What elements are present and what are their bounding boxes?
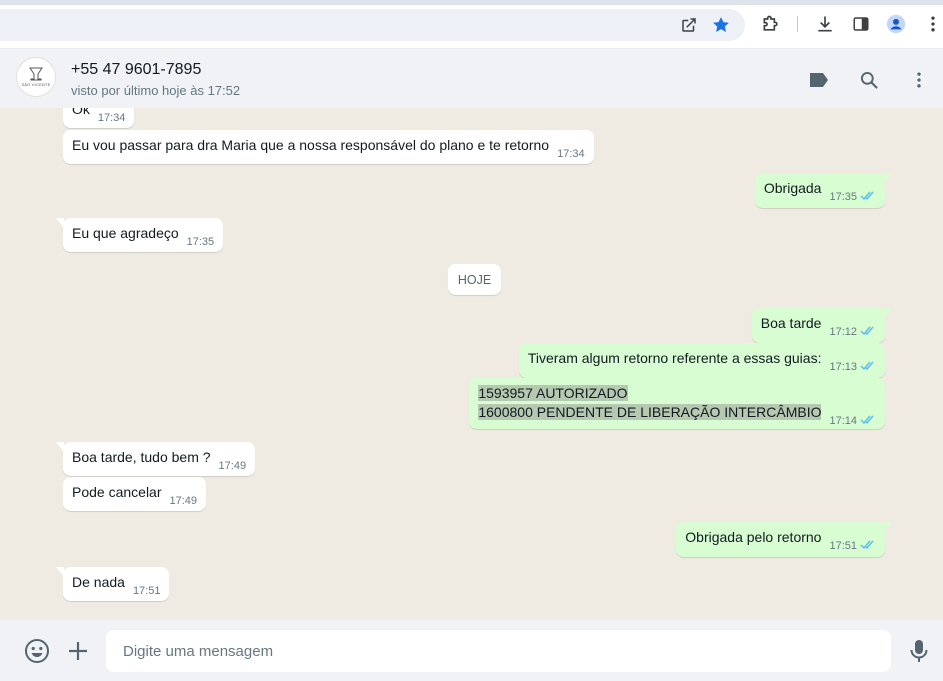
message-outgoing[interactable]: Obrigada pelo retorno 17:51 bbox=[676, 522, 892, 557]
message-outgoing[interactable]: Boa tarde 17:12 bbox=[751, 308, 892, 343]
message-time: 17:51 bbox=[132, 585, 161, 597]
message-line: 1593957 AUTORIZADO bbox=[478, 385, 628, 401]
message-text: De nada bbox=[72, 574, 125, 590]
day-divider: HOJE bbox=[448, 264, 501, 295]
message-time: 17:34 bbox=[557, 148, 585, 160]
tab-strip-edge bbox=[0, 0, 943, 5]
message-incoming[interactable]: Eu que agradeço 17:35 bbox=[56, 218, 224, 252]
chat-header: SÃO VICENTE +55 47 9601-7895 visto por ú… bbox=[0, 48, 943, 108]
profile-icon[interactable] bbox=[886, 14, 906, 34]
message-time: 17:34 bbox=[97, 112, 126, 124]
extensions-icon[interactable] bbox=[761, 14, 781, 34]
side-panel-icon[interactable] bbox=[851, 14, 871, 34]
message-outgoing[interactable]: 1593957 AUTORIZADO 1600800 PENDENTE DE LI… bbox=[469, 378, 885, 429]
avatar-logo-icon bbox=[29, 67, 43, 81]
download-icon[interactable] bbox=[815, 14, 835, 34]
avatar[interactable]: SÃO VICENTE bbox=[16, 57, 56, 97]
message-incoming[interactable]: Pode cancelar 17:49 bbox=[63, 477, 207, 511]
emoji-icon[interactable] bbox=[24, 638, 50, 664]
read-ticks-icon bbox=[860, 413, 876, 432]
browser-toolbar bbox=[0, 0, 943, 48]
avatar-caption: SÃO VICENTE bbox=[21, 82, 51, 87]
message-time: 17:35 bbox=[829, 191, 857, 203]
message-text: Boa tarde bbox=[760, 315, 822, 331]
bookmark-star-icon[interactable] bbox=[711, 15, 731, 35]
message-time: 17:51 bbox=[829, 540, 857, 552]
more-vert-icon[interactable] bbox=[907, 68, 931, 92]
message-line: 1600800 PENDENTE DE LIBERAÇÃO INTERCÂMBI… bbox=[478, 404, 822, 420]
attach-plus-icon[interactable] bbox=[65, 638, 91, 664]
message-outgoing[interactable]: Obrigada 17:35 bbox=[754, 173, 892, 208]
read-ticks-icon bbox=[860, 538, 876, 557]
bubble-tail bbox=[56, 567, 64, 577]
message-meta: 17:12 bbox=[829, 323, 876, 343]
bubble-tail bbox=[884, 308, 892, 318]
message-time: 17:49 bbox=[169, 495, 198, 507]
message-incoming[interactable]: Ok 17:34 bbox=[63, 108, 135, 128]
message-text: Eu vou passar para dra Maria que a nossa… bbox=[72, 137, 550, 153]
message-meta: 17:51 bbox=[829, 537, 876, 557]
message-time: 17:13 bbox=[829, 361, 857, 373]
search-icon[interactable] bbox=[857, 68, 881, 92]
mic-icon[interactable] bbox=[906, 638, 932, 664]
contact-name[interactable]: +55 47 9601-7895 bbox=[71, 61, 201, 79]
message-text: Eu que agradeço bbox=[72, 225, 179, 241]
bubble-tail bbox=[884, 173, 892, 183]
label-icon[interactable] bbox=[807, 68, 831, 92]
bubble-tail bbox=[56, 218, 64, 228]
message-incoming[interactable]: Eu vou passar para dra Maria que a nossa… bbox=[63, 130, 594, 164]
message-meta: 17:14 bbox=[829, 412, 876, 432]
read-ticks-icon bbox=[860, 359, 876, 378]
message-time: 17:49 bbox=[218, 460, 247, 472]
message-time: 17:14 bbox=[829, 415, 857, 427]
message-meta: 17:13 bbox=[829, 358, 876, 378]
bubble-tail bbox=[56, 442, 64, 452]
message-text: Boa tarde, tudo bem ? bbox=[72, 449, 211, 465]
message-input[interactable] bbox=[106, 630, 891, 672]
browser-more-vert-icon[interactable] bbox=[923, 14, 943, 34]
message-text[interactable]: 1593957 AUTORIZADO 1600800 PENDENTE DE LI… bbox=[478, 384, 822, 422]
message-text: Obrigada pelo retorno bbox=[685, 529, 822, 545]
message-outgoing[interactable]: Tiveram algum retorno referente a essas … bbox=[518, 343, 885, 378]
message-text: Tiveram algum retorno referente a essas … bbox=[527, 350, 822, 366]
message-list[interactable]: Ok 17:34 Eu vou passar para dra Maria que… bbox=[0, 108, 943, 620]
message-text: Ok bbox=[72, 108, 90, 117]
message-text: Obrigada bbox=[763, 180, 822, 196]
message-incoming[interactable]: De nada 17:51 bbox=[56, 567, 170, 601]
read-ticks-icon bbox=[860, 324, 876, 343]
message-time: 17:35 bbox=[186, 236, 215, 248]
message-time: 17:12 bbox=[829, 326, 857, 338]
address-bar[interactable] bbox=[0, 9, 745, 41]
contact-last-seen: visto por último hoje às 17:52 bbox=[71, 83, 241, 98]
open-in-new-icon[interactable] bbox=[679, 15, 699, 35]
bubble-tail bbox=[884, 522, 892, 532]
message-text: Pode cancelar bbox=[72, 484, 162, 500]
message-meta: 17:35 bbox=[829, 188, 876, 208]
message-incoming[interactable]: Boa tarde, tudo bem ? 17:49 bbox=[56, 442, 256, 476]
toolbar-separator bbox=[797, 16, 798, 32]
message-composer bbox=[0, 620, 943, 681]
read-ticks-icon bbox=[860, 189, 876, 208]
